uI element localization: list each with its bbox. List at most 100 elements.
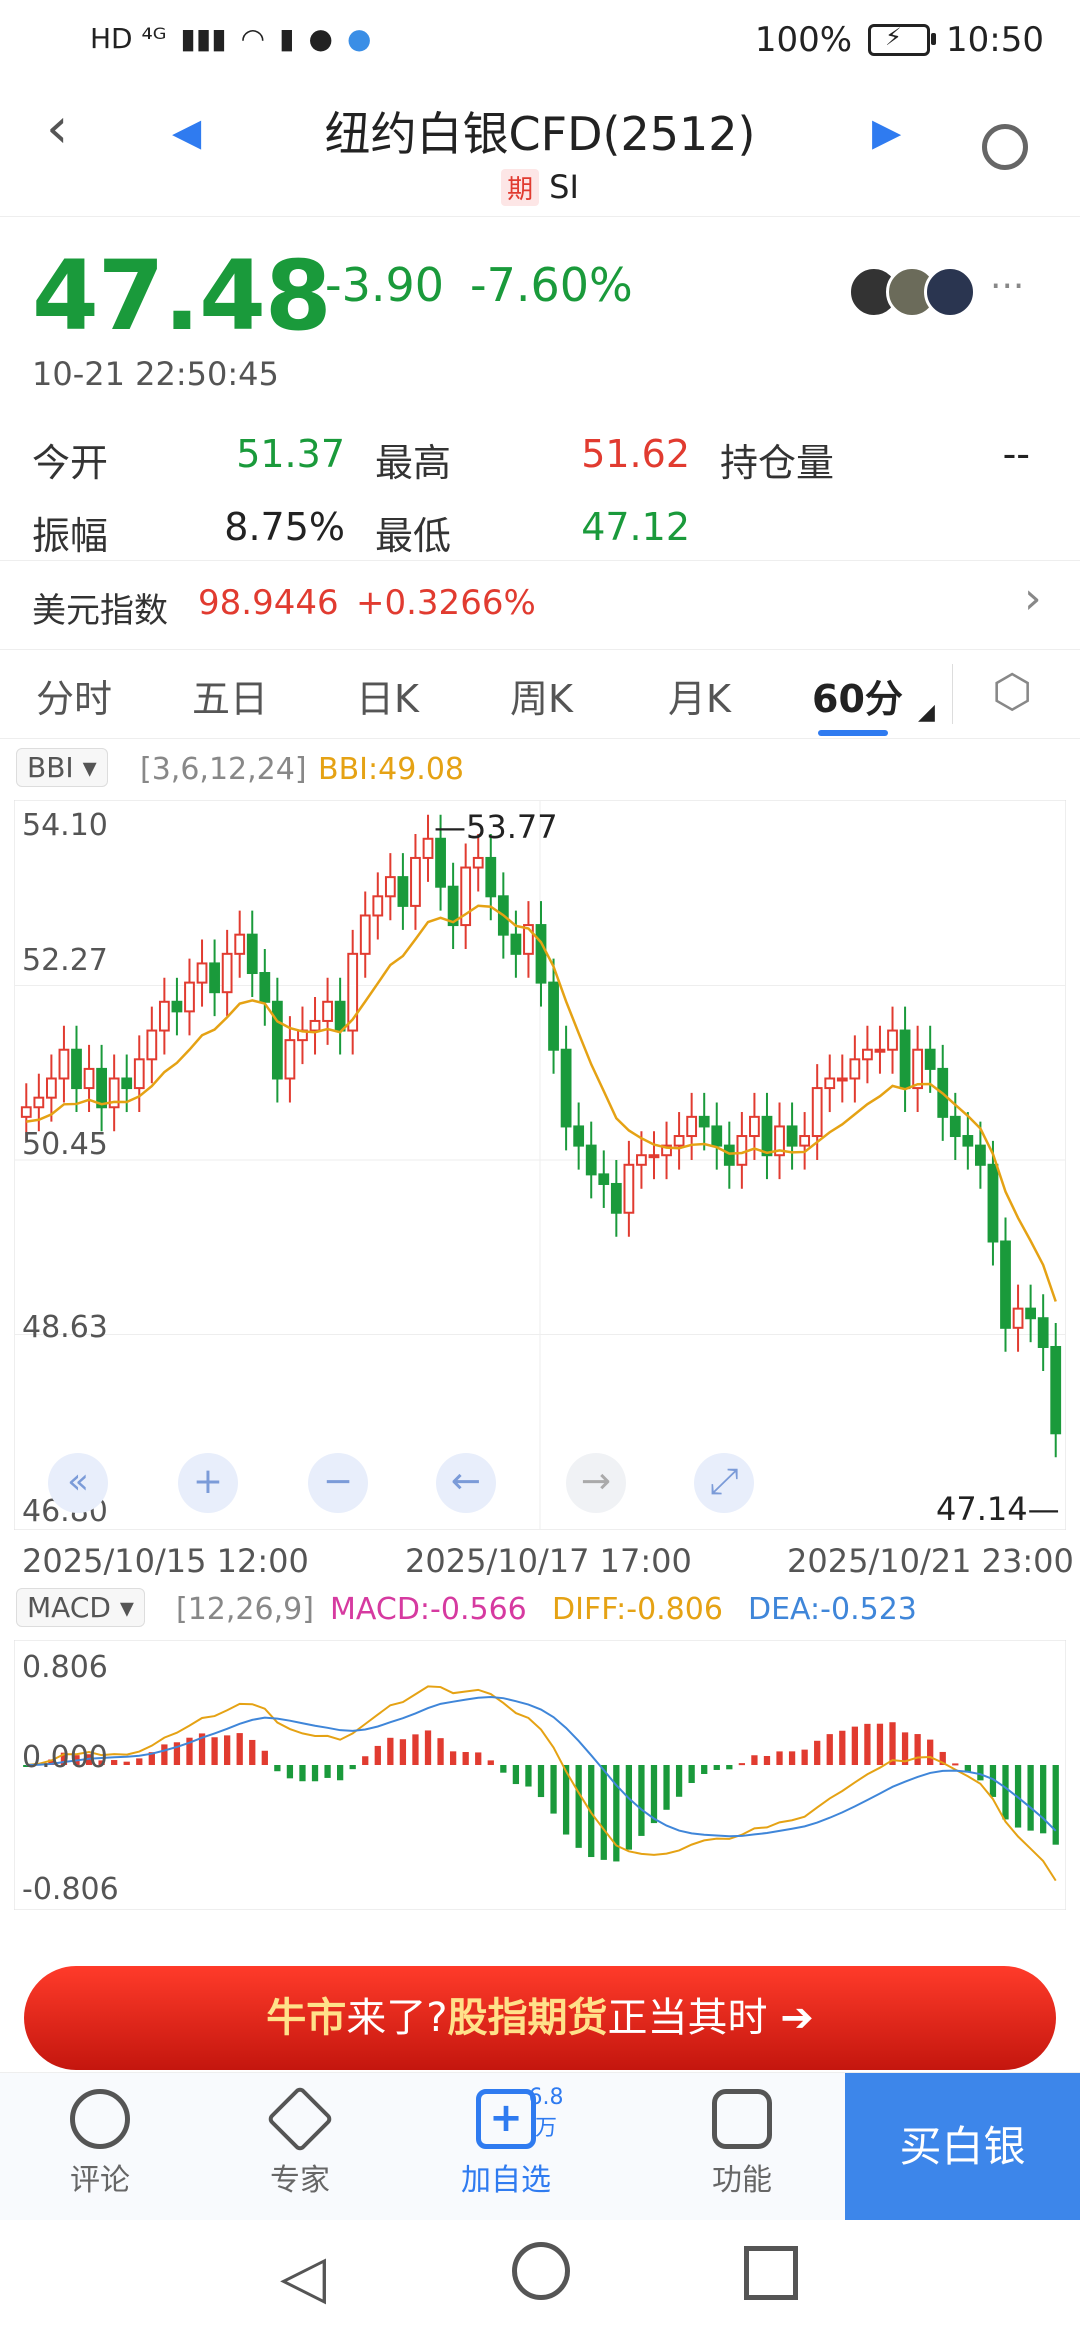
macd-bar xyxy=(449,1751,457,1765)
candlestick-chart[interactable] xyxy=(14,800,1066,1530)
candle-body xyxy=(761,1115,773,1157)
status-bar: HD ⁴ᴳ ▮▮▮ ◠ ▮ ● ● 100% ⚡ 10:50 xyxy=(0,0,1080,86)
zoom-out-icon[interactable]: − xyxy=(308,1453,368,1513)
candle-body xyxy=(83,1067,95,1090)
macd-bar xyxy=(387,1737,394,1765)
tab-daily[interactable]: 日K xyxy=(356,668,419,723)
candle-body xyxy=(711,1125,723,1147)
macd-bar xyxy=(826,1734,833,1765)
macd-bar xyxy=(638,1765,645,1836)
search-icon[interactable] xyxy=(982,124,1028,170)
candle-body xyxy=(698,1115,710,1128)
candle-body xyxy=(209,962,220,994)
nav-comment[interactable]: 评论 xyxy=(40,2089,160,2199)
candle-body xyxy=(133,1058,145,1090)
candle-body xyxy=(71,1048,82,1090)
system-nav: ◁ xyxy=(0,2220,1080,2340)
more-icon[interactable]: ··· xyxy=(990,266,1024,307)
candle-body xyxy=(510,933,522,955)
macd-y-tick: 0.000 xyxy=(22,1740,108,1775)
nav-add-watchlist[interactable]: + 加自选 6.8万 xyxy=(446,2085,566,2199)
macd-bar xyxy=(374,1745,381,1765)
fullscreen-icon[interactable]: ⤢ xyxy=(694,1453,754,1513)
avatar-group[interactable] xyxy=(848,266,976,318)
candle-body xyxy=(975,1144,986,1166)
candle-body xyxy=(284,1039,296,1080)
promo-banner[interactable]: 牛市来了?股指期货正当其时 ➔ xyxy=(24,1966,1056,2070)
candle-body xyxy=(723,1144,735,1166)
chevron-right-icon: › xyxy=(1024,573,1042,624)
macd-bar xyxy=(889,1722,896,1765)
candle-body xyxy=(573,1125,585,1147)
macd-bar xyxy=(600,1765,607,1860)
tab-weekly[interactable]: 周K xyxy=(510,668,573,723)
amplitude-label: 振幅 xyxy=(32,514,109,558)
candle-body xyxy=(472,856,484,869)
x-tick: 2025/10/21 23:00 xyxy=(787,1542,1074,1580)
macd-bar xyxy=(927,1739,934,1765)
macd-y-tick: -0.806 xyxy=(22,1872,119,1907)
futures-tag: 期 xyxy=(501,169,540,206)
macd-bar xyxy=(537,1765,545,1798)
macd-selector[interactable]: MACD ▾ xyxy=(16,1588,145,1627)
bottom-nav: 评论 专家 + 加自选 6.8万 功能 买白银 xyxy=(0,2072,1080,2221)
nav-add-label: 加自选 xyxy=(461,2163,551,2198)
tab-60min[interactable]: 60分 xyxy=(812,668,903,723)
sys-recent-icon[interactable] xyxy=(744,2246,798,2300)
nav-expert[interactable]: 专家 xyxy=(240,2085,360,2199)
next-arrow-icon[interactable]: ▶ xyxy=(872,110,901,154)
macd-bar xyxy=(424,1730,432,1765)
buy-silver-button[interactable]: 买白银 xyxy=(845,2073,1080,2221)
candle-body xyxy=(422,837,434,859)
candle-body xyxy=(1037,1317,1049,1348)
network-label: HD ⁴ᴳ xyxy=(90,22,167,55)
macd-bar xyxy=(763,1755,771,1765)
browser-icon: ● xyxy=(346,22,372,55)
macd-bar xyxy=(349,1765,356,1770)
candle-body xyxy=(610,1182,622,1214)
macd-bar xyxy=(776,1751,783,1765)
battery-icon: ⚡ xyxy=(868,23,937,56)
macd-value: MACD:-0.566 xyxy=(330,1592,527,1627)
candle-body xyxy=(560,1048,572,1128)
bbi-params: [3,6,12,24] xyxy=(140,752,307,787)
macd-bar xyxy=(362,1756,369,1765)
sys-back-icon[interactable]: ◁ xyxy=(280,2242,326,2312)
nav-function[interactable]: 功能 xyxy=(682,2089,802,2199)
candle-body xyxy=(673,1135,685,1147)
wifi-icon: ◠ xyxy=(240,22,266,55)
candle-body xyxy=(1025,1307,1037,1320)
candle-body xyxy=(184,981,195,1013)
avatar xyxy=(924,266,976,318)
candle-body xyxy=(949,1115,961,1138)
tab-monthly[interactable]: 月K xyxy=(668,668,731,723)
candle-body xyxy=(623,1163,635,1214)
open-interest-value: -- xyxy=(1002,432,1030,476)
macd-bar xyxy=(1027,1765,1034,1831)
watchlist-count: 6.8万 xyxy=(528,2085,564,2141)
candle-body xyxy=(359,914,371,955)
macd-bar xyxy=(475,1752,482,1765)
candle-body xyxy=(1000,1240,1011,1329)
sys-home-icon[interactable] xyxy=(512,2242,570,2300)
zoom-in-icon[interactable]: + xyxy=(178,1453,238,1513)
macd-bar xyxy=(625,1765,633,1850)
nav-comment-label: 评论 xyxy=(70,2163,130,2198)
scroll-start-icon[interactable]: « xyxy=(48,1453,108,1513)
dollar-index-row[interactable]: 美元指数 98.9446 +0.3266% › xyxy=(0,560,1080,650)
macd-bar xyxy=(864,1723,871,1765)
page-subtitle: 期 SI xyxy=(0,168,1080,206)
tab-five-day[interactable]: 五日 xyxy=(192,668,268,723)
candle-body xyxy=(309,1019,321,1032)
bbi-selector[interactable]: BBI ▾ xyxy=(16,748,108,787)
candle-body xyxy=(811,1087,823,1138)
settings-icon[interactable]: ⬡ xyxy=(992,664,1032,718)
macd-bar xyxy=(751,1755,758,1765)
macd-chart[interactable] xyxy=(14,1640,1066,1910)
tab-intraday[interactable]: 分时 xyxy=(36,668,112,723)
arrow-left-icon[interactable]: ← xyxy=(436,1453,496,1513)
candle-body xyxy=(849,1058,861,1080)
macd-bar xyxy=(462,1752,469,1765)
arrow-right-icon[interactable]: → xyxy=(566,1453,626,1513)
dollar-index-value: 98.9446 xyxy=(198,583,339,623)
